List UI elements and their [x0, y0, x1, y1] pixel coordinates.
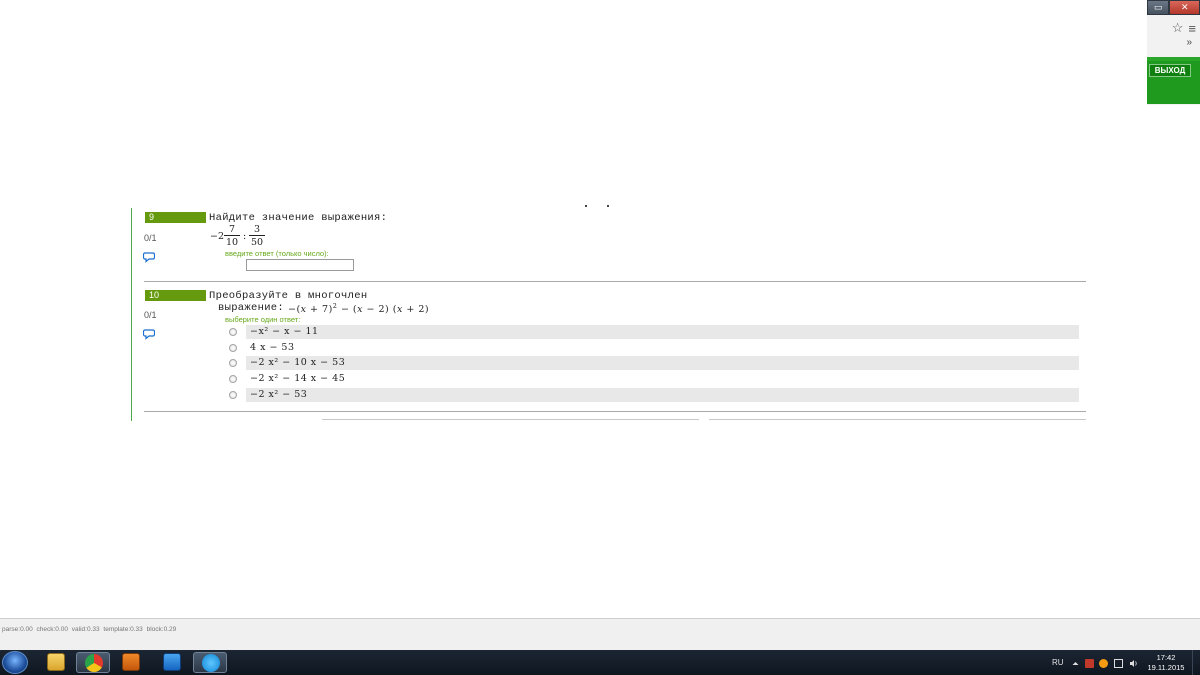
clock[interactable]: 17:42 19.11.2015 [1145, 653, 1187, 673]
divider [709, 419, 1086, 420]
tray-app-icon[interactable] [1099, 659, 1108, 668]
left-rule [131, 208, 132, 421]
option-text: 4 x − 53 [250, 342, 295, 353]
expression: −(x + 7)2 − (x − 2) (x + 2) [288, 302, 430, 315]
option-row: −x² − x − 11 [246, 325, 1079, 339]
option-row: −2 x² − 53 [246, 388, 1079, 402]
zoom-task[interactable] [155, 652, 189, 673]
stray-dot [585, 205, 587, 207]
volume-icon[interactable] [1129, 659, 1138, 668]
divider [144, 281, 1086, 282]
question-score: 0/1 [144, 310, 157, 320]
fraction-numerator: 3 [249, 224, 265, 236]
close-window-button[interactable]: ✕ [1169, 0, 1200, 15]
fraction-numerator: 7 [224, 224, 240, 236]
option-radio[interactable] [229, 359, 237, 367]
menu-icon[interactable]: ≡ [1188, 21, 1196, 36]
close-icon: ✕ [1180, 2, 1189, 12]
restore-icon: ▭ [1153, 2, 1163, 12]
bookmark-star-icon[interactable]: ☆ [1172, 20, 1184, 36]
option-text: −2 x² − 14 x − 45 [250, 373, 346, 384]
media-player-task[interactable] [114, 652, 148, 673]
option-radio[interactable] [229, 391, 237, 399]
start-button[interactable] [2, 651, 28, 674]
bookmarks-overflow-button[interactable]: » [1147, 37, 1200, 51]
media-player-icon [122, 653, 140, 671]
fraction: 3 50 [249, 224, 265, 248]
action-center-flag-icon[interactable] [1085, 659, 1094, 668]
choice-hint: выберите один ответ: [225, 315, 301, 324]
skype-task[interactable] [193, 652, 227, 673]
option-text: −2 x² − 53 [250, 389, 308, 400]
toolbar-row: ☆ ≡ [1147, 19, 1200, 37]
divider [322, 419, 699, 420]
answer-hint: введите ответ (только число): [225, 249, 329, 258]
option-row: −2 x² − 14 x − 45 [246, 372, 1079, 386]
debug-band [0, 618, 1200, 650]
option-row: −2 x² − 10 x − 53 [246, 356, 1079, 370]
exit-button[interactable]: ВЫХОД [1149, 64, 1191, 77]
browser-chrome: ▭ ✕ ☆ ≡ » ВЫХОД [1147, 0, 1200, 105]
clock-date: 19.11.2015 [1147, 663, 1185, 672]
zoom-app-icon [163, 653, 181, 671]
taskbar [0, 650, 1200, 675]
option-radio[interactable] [229, 328, 237, 336]
chrome-task[interactable] [76, 652, 110, 673]
explorer-task[interactable] [39, 652, 73, 673]
comment-icon[interactable] [143, 328, 155, 340]
question-score: 0/1 [144, 233, 157, 243]
question-number: 10 [145, 290, 206, 301]
quiz-area: 9 0/1 Найдите значение выражения: −2 7 1… [131, 208, 1091, 421]
debug-timing: parse:0.00 check:0.00 valid:0.33 templat… [2, 626, 177, 633]
stray-dot [607, 205, 609, 207]
network-icon[interactable] [1114, 659, 1123, 668]
show-hidden-icons-icon[interactable] [1071, 659, 1080, 668]
divider [144, 411, 1086, 412]
option-radio[interactable] [229, 344, 237, 352]
clock-time: 17:42 [1156, 653, 1176, 662]
fraction-denominator: 50 [250, 237, 264, 248]
expression-operator: : [243, 231, 247, 242]
answer-input[interactable] [246, 259, 354, 271]
restore-button[interactable]: ▭ [1147, 0, 1170, 15]
window-controls: ▭ ✕ [1147, 0, 1200, 17]
language-indicator[interactable]: RU [1052, 658, 1064, 667]
question-title: Найдите значение выражения: [209, 212, 388, 224]
chrome-icon [85, 654, 103, 672]
question-title-line2: выражение: [218, 302, 285, 314]
show-desktop-button[interactable] [1192, 650, 1200, 675]
page: ▭ ✕ ☆ ≡ » ВЫХОД 9 0/1 Найдите значение в… [0, 0, 1200, 675]
option-row: 4 x − 53 [246, 341, 1079, 355]
exit-panel: ВЫХОД [1147, 57, 1200, 104]
option-radio[interactable] [229, 375, 237, 383]
fraction: 7 10 [224, 224, 240, 248]
option-text: −x² − x − 11 [250, 326, 319, 337]
skype-icon [202, 654, 220, 672]
fraction-denominator: 10 [225, 237, 239, 248]
question-title: Преобразуйте в многочлен [209, 290, 368, 302]
comment-icon[interactable] [143, 251, 155, 263]
expression-prefix: −2 [210, 231, 225, 242]
question-number: 9 [145, 212, 206, 223]
option-text: −2 x² − 10 x − 53 [250, 357, 346, 368]
windows-explorer-icon [47, 653, 65, 671]
